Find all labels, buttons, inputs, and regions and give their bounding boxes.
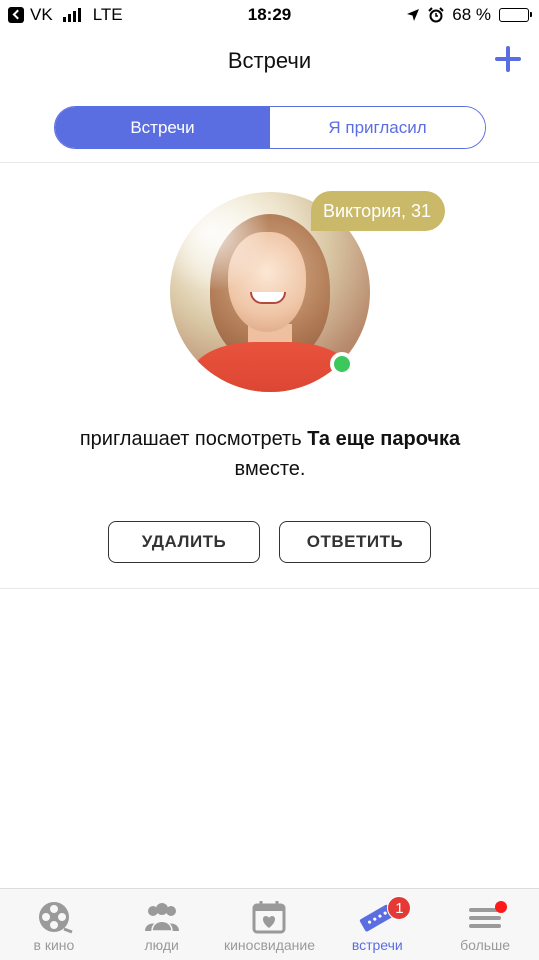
tab-meetings[interactable]: встречи 1 [323, 889, 431, 960]
tab-cinema[interactable]: в кино [0, 889, 108, 960]
tab-label: люди [144, 937, 179, 953]
segment-meetings[interactable]: Встречи [55, 107, 270, 148]
tab-label: больше [460, 937, 511, 953]
status-bar: VK LTE 18:29 68 % [0, 0, 539, 32]
plus-icon[interactable] [493, 44, 523, 74]
tab-label: в кино [33, 937, 75, 953]
name-age-badge: Виктория, 31 [311, 191, 446, 231]
tab-label: встречи [351, 937, 403, 953]
segment-i-invited[interactable]: Я пригласил [270, 107, 485, 148]
segmented-control: Встречи Я пригласил [54, 106, 486, 149]
location-arrow-icon [407, 9, 420, 21]
notification-dot [495, 901, 508, 913]
movie-title[interactable]: Та еще парочка [307, 428, 460, 450]
divider-top [0, 162, 539, 163]
calendar-heart-icon [252, 901, 286, 934]
tab-movie-date[interactable]: киносвидание [216, 889, 324, 960]
tab-label: киносвидание [223, 937, 315, 953]
status-right: 68 % [406, 5, 532, 25]
invitation-prefix: приглашает посмотреть [79, 428, 308, 450]
online-indicator [330, 352, 354, 376]
invitation-text: приглашает посмотреть Та еще парочка вме… [60, 424, 480, 484]
invitation-suffix: вместе. [234, 458, 306, 480]
tab-more[interactable]: больше [431, 889, 539, 960]
people-icon [144, 903, 179, 932]
delete-button[interactable]: УДАЛИТЬ [108, 521, 260, 563]
tab-bar: в кино люди киносвидание встречи 1 больш… [0, 888, 539, 960]
film-reel-icon [38, 902, 73, 934]
battery-percent: 68 % [452, 5, 491, 24]
tab-people[interactable]: люди [108, 889, 216, 960]
battery-icon [499, 8, 532, 22]
alarm-icon [428, 7, 444, 23]
notification-badge: 1 [387, 896, 412, 920]
reply-button[interactable]: ОТВЕТИТЬ [279, 521, 431, 563]
page-title: Встречи [227, 48, 312, 73]
divider-card-bottom [0, 588, 539, 589]
nav-header: Встречи [0, 36, 539, 86]
